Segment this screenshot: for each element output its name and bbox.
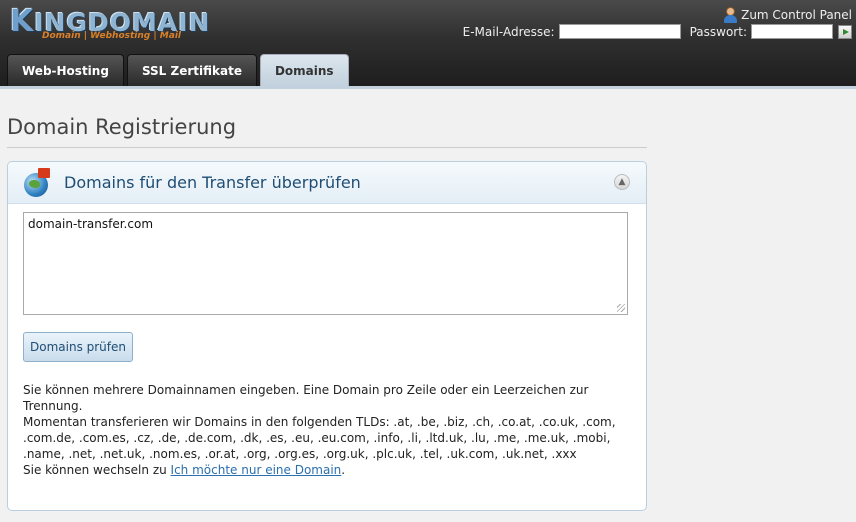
resize-grip-icon[interactable]: [617, 304, 625, 312]
info-switch-suffix: .: [341, 463, 346, 477]
site-header: KINGDOMAIN Domain | Webhosting | Mail Zu…: [0, 0, 856, 86]
password-field[interactable]: [751, 24, 833, 39]
panel-header: Domains für den Transfer überprüfen ▲: [8, 162, 646, 204]
kingdomain-logo[interactable]: KINGDOMAIN Domain | Webhosting | Mail: [8, 4, 209, 46]
email-field[interactable]: [558, 24, 681, 39]
info-text: Sie können mehrere Domainnamen eingeben.…: [23, 382, 623, 478]
email-label: E-Mail-Adresse:: [462, 24, 555, 39]
globe-icon: [24, 168, 52, 197]
page-title: Domain Registrierung: [7, 115, 237, 139]
password-label: Passwort:: [689, 24, 747, 39]
info-tld-list: Momentan transferieren wir Domains in de…: [23, 415, 616, 461]
info-switch-line: Sie können wechseln zu Ich möchte nur ei…: [23, 462, 623, 478]
collapse-icon[interactable]: ▲: [614, 174, 630, 190]
control-panel-label: Zum Control Panel: [741, 8, 852, 22]
login-arrow-icon[interactable]: [838, 24, 852, 39]
logo-tagline: Domain | Webhosting | Mail: [42, 31, 181, 41]
main-nav-tabs: Web-Hosting SSL Zertifikate Domains: [7, 54, 349, 86]
transfer-check-panel: Domains für den Transfer überprüfen ▲ do…: [7, 161, 647, 511]
control-panel-link[interactable]: Zum Control Panel: [723, 7, 852, 23]
domains-textarea[interactable]: domain-transfer.com: [23, 212, 628, 315]
logo-initial: K: [10, 4, 35, 39]
info-switch-prefix: Sie können wechseln zu: [23, 463, 167, 477]
login-form: E-Mail-Adresse: Passwort:: [463, 24, 852, 39]
user-icon: [723, 7, 738, 23]
panel-title: Domains für den Transfer überprüfen: [64, 173, 361, 192]
check-domains-button[interactable]: Domains prüfen: [23, 332, 133, 362]
header-divider: [0, 86, 856, 89]
tab-domains[interactable]: Domains: [259, 54, 349, 86]
info-multiple-domains: Sie können mehrere Domainnamen eingeben.…: [23, 383, 589, 413]
title-divider: [7, 147, 647, 148]
single-domain-link[interactable]: Ich möchte nur eine Domain: [171, 463, 342, 477]
tab-ssl-zertifikate[interactable]: SSL Zertifikate: [126, 54, 257, 86]
tab-web-hosting[interactable]: Web-Hosting: [7, 54, 124, 86]
